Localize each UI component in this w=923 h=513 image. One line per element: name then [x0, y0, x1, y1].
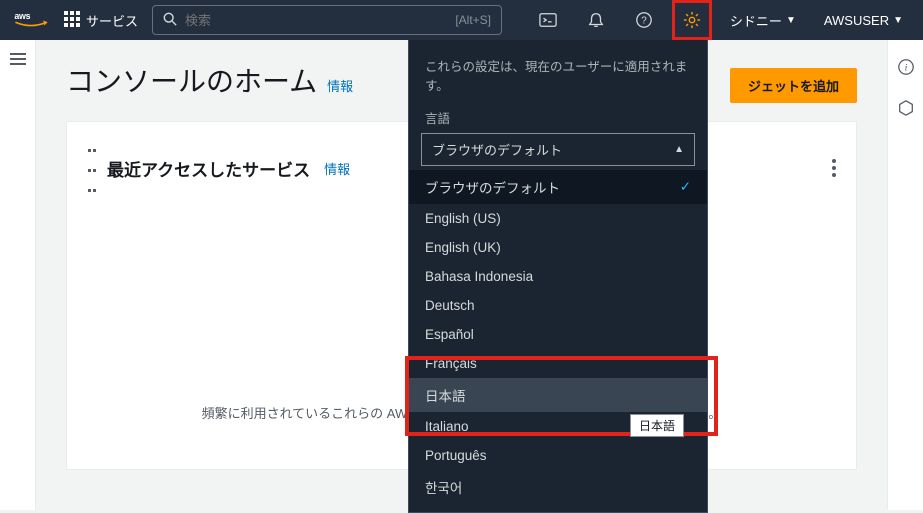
- panel-title-text: 最近アクセスしたサービス: [107, 156, 310, 181]
- language-option[interactable]: Español: [409, 320, 707, 349]
- language-option[interactable]: Português: [409, 441, 707, 470]
- search-shortcut: [Alt+S]: [455, 13, 491, 27]
- info-link[interactable]: 情報: [324, 159, 350, 178]
- caret-down-icon: ▼: [786, 15, 796, 26]
- search-icon: [163, 12, 177, 29]
- region-label: シドニー: [730, 11, 782, 30]
- hamburger-icon[interactable]: [10, 50, 26, 510]
- add-widget-button[interactable]: ジェットを追加: [730, 68, 857, 103]
- svg-text:i: i: [904, 63, 907, 74]
- language-option-label: Italiano: [425, 419, 469, 434]
- language-option[interactable]: 한국어: [409, 470, 707, 504]
- language-option[interactable]: ブラウザのデフォルト ✓: [409, 170, 707, 204]
- language-option[interactable]: Français: [409, 349, 707, 378]
- language-option-label: Português: [425, 448, 487, 463]
- language-option-label: ブラウザのデフォルト: [425, 177, 560, 197]
- page-title: コンソールのホーム: [66, 66, 317, 97]
- language-options-list: ブラウザのデフォルト ✓ English (US) English (UK) Bahas…: [409, 170, 707, 504]
- language-option-label: Deutsch: [425, 298, 475, 313]
- svg-text:?: ?: [641, 16, 647, 27]
- language-option-label: 한국어: [425, 477, 462, 497]
- info-link[interactable]: 情報: [327, 79, 353, 94]
- account-menu[interactable]: AWSUSER ▼: [814, 13, 913, 28]
- search-box[interactable]: [Alt+S]: [152, 5, 502, 35]
- top-navbar: aws サービス [Alt+S] ? シドニー ▼ AWSUSER ▼: [0, 0, 923, 40]
- left-rail: [0, 40, 36, 510]
- settings-gear-icon[interactable]: [672, 0, 712, 40]
- triangle-up-icon: ▲: [674, 144, 684, 155]
- region-selector[interactable]: シドニー ▼: [720, 11, 806, 30]
- drag-handle-icon[interactable]: [87, 138, 99, 198]
- language-label: 言語: [409, 108, 707, 133]
- help-icon[interactable]: ?: [624, 0, 664, 40]
- cloudshell-icon[interactable]: [528, 0, 568, 40]
- grid-icon: [64, 11, 80, 30]
- services-label: サービス: [86, 11, 138, 30]
- language-option-label: Français: [425, 356, 477, 371]
- language-option-label: English (US): [425, 211, 501, 226]
- hexagon-icon[interactable]: [897, 99, 915, 120]
- language-select[interactable]: ブラウザのデフォルト ▲: [421, 133, 695, 166]
- check-icon: ✓: [680, 179, 691, 195]
- user-label: AWSUSER: [824, 13, 889, 28]
- recent-sub: 頻繁に利用されているこれらの AWS: [202, 406, 416, 421]
- language-option[interactable]: Bahasa Indonesia: [409, 262, 707, 291]
- language-option[interactable]: English (US): [409, 204, 707, 233]
- right-rail: i: [887, 40, 923, 510]
- language-option-label: 日本語: [425, 385, 466, 405]
- language-option-label: Bahasa Indonesia: [425, 269, 533, 284]
- aws-logo[interactable]: aws: [14, 10, 48, 30]
- svg-text:aws: aws: [14, 11, 30, 21]
- services-menu[interactable]: サービス: [58, 7, 144, 34]
- language-selected: ブラウザのデフォルト: [432, 140, 562, 159]
- settings-dropdown: これらの設定は、現在のユーザーに適用されます。 言語 ブラウザのデフォルト ▲ …: [408, 40, 708, 513]
- language-option[interactable]: English (UK): [409, 233, 707, 262]
- search-input[interactable]: [185, 13, 447, 28]
- language-tooltip: 日本語: [630, 414, 684, 437]
- language-option-label: Español: [425, 327, 474, 342]
- settings-message: これらの設定は、現在のユーザーに適用されます。: [409, 56, 707, 108]
- language-option[interactable]: 日本語: [409, 378, 707, 412]
- panel-menu-icon[interactable]: [832, 156, 836, 180]
- info-circle-icon[interactable]: i: [897, 58, 915, 79]
- notifications-icon[interactable]: [576, 0, 616, 40]
- language-option-label: English (UK): [425, 240, 501, 255]
- language-option[interactable]: Deutsch: [409, 291, 707, 320]
- caret-down-icon: ▼: [893, 15, 903, 26]
